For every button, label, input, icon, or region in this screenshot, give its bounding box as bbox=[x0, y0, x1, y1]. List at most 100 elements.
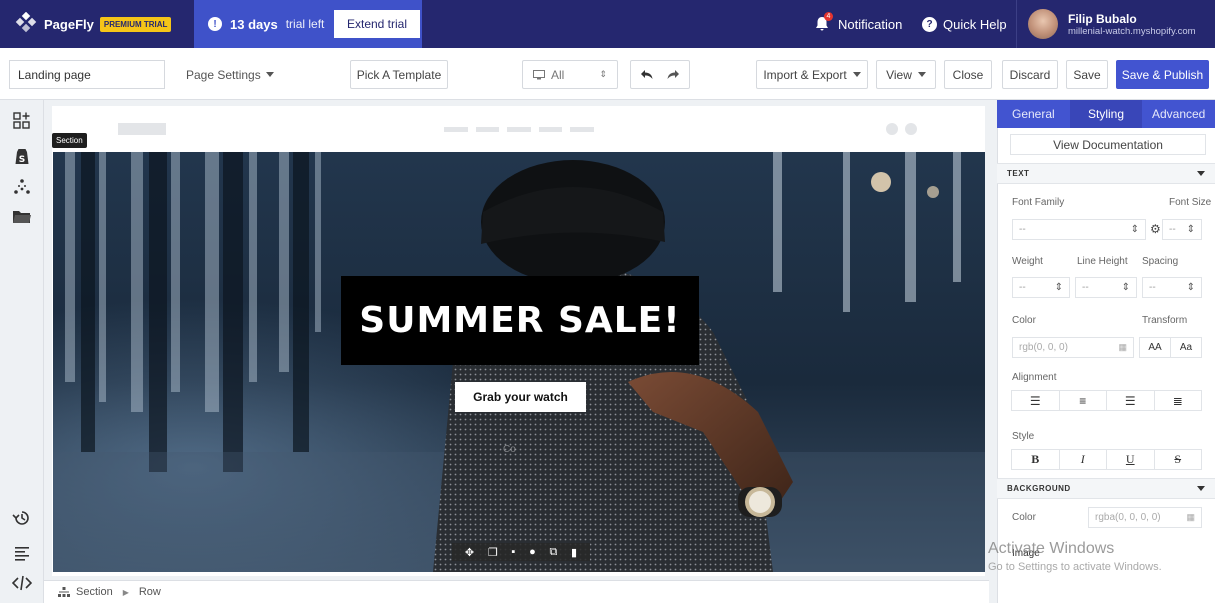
extend-trial-button[interactable]: Extend trial bbox=[334, 10, 420, 38]
bg-color-value: rgba(0, 0, 0, 0) bbox=[1095, 512, 1161, 523]
outline-list-icon[interactable] bbox=[12, 543, 32, 563]
trial-days: 13 days bbox=[230, 16, 278, 32]
icon-placeholder bbox=[886, 123, 898, 135]
caret-down-icon bbox=[1197, 486, 1205, 491]
logo-placeholder bbox=[118, 123, 166, 135]
gear-icon[interactable]: ⚙ bbox=[1150, 222, 1161, 236]
svg-text:S: S bbox=[19, 155, 25, 165]
font-family-label: Font Family bbox=[1012, 197, 1065, 208]
caret-down-icon bbox=[917, 72, 926, 77]
view-dropdown[interactable]: View bbox=[876, 60, 936, 89]
background-section-header[interactable]: BACKGROUND bbox=[997, 478, 1215, 499]
line-height-select[interactable]: -- ⇕ bbox=[1075, 277, 1137, 298]
caret-down-icon bbox=[1197, 171, 1205, 176]
folder-icon[interactable] bbox=[12, 207, 32, 227]
user-shop: millenial-watch.myshopify.com bbox=[1068, 25, 1196, 37]
brand[interactable]: PageFly PREMIUM TRIAL bbox=[14, 0, 192, 48]
align-right-icon[interactable]: ☰ bbox=[1106, 390, 1155, 411]
menu-placeholder bbox=[444, 127, 594, 132]
spacing-select[interactable]: -- ⇕ bbox=[1142, 277, 1202, 298]
tab-general[interactable]: General bbox=[997, 100, 1070, 128]
color-input[interactable]: rgb(0, 0, 0) ▦ bbox=[1012, 337, 1134, 358]
move-icon[interactable]: ✥ bbox=[465, 546, 474, 559]
element-toolbar: ✥ ❐ ▪ ● ⧉ ▮ bbox=[452, 543, 590, 561]
select-arrows-icon: ⇕ bbox=[1054, 282, 1063, 293]
brand-name: PageFly bbox=[44, 16, 94, 32]
save-publish-button[interactable]: Save & Publish bbox=[1116, 60, 1209, 89]
text-section-header[interactable]: TEXT bbox=[997, 163, 1215, 184]
page-settings-label: Page Settings bbox=[186, 67, 261, 82]
shopify-icon[interactable]: S bbox=[12, 146, 32, 166]
undo-icon[interactable] bbox=[641, 69, 653, 80]
font-size-label: Font Size bbox=[1169, 197, 1212, 208]
select-arrows-icon: ⇕ bbox=[1186, 224, 1195, 235]
user-name: Filip Bubalo bbox=[1068, 11, 1137, 26]
notification-count: 4 bbox=[824, 12, 833, 21]
paste-icon[interactable]: ▮ bbox=[571, 546, 577, 559]
page-name-input[interactable] bbox=[9, 60, 165, 89]
chevron-right-icon: ▶ bbox=[122, 587, 129, 597]
discard-button[interactable]: Discard bbox=[1002, 60, 1058, 89]
caret-down-icon bbox=[852, 72, 861, 77]
device-select[interactable]: All ⇕ bbox=[522, 60, 618, 89]
breadcrumb-item-row[interactable]: Row bbox=[139, 586, 161, 598]
device-value: All bbox=[551, 67, 565, 82]
history-icon[interactable] bbox=[12, 508, 32, 528]
align-center-icon[interactable]: ≡ bbox=[1058, 390, 1107, 411]
quick-help-button[interactable]: ? Quick Help bbox=[922, 0, 1007, 48]
tab-styling[interactable]: Styling bbox=[1069, 100, 1143, 128]
capitalize-button[interactable]: Aa bbox=[1170, 337, 1202, 358]
inspector-tabs: General Styling Advanced bbox=[997, 100, 1215, 128]
strikethrough-button[interactable]: S bbox=[1153, 449, 1202, 470]
weight-select[interactable]: -- ⇕ bbox=[1012, 277, 1070, 298]
align-justify-icon[interactable]: ≣ bbox=[1153, 390, 1202, 411]
import-export-dropdown[interactable]: Import & Export bbox=[756, 60, 868, 89]
font-family-value: -- bbox=[1019, 224, 1026, 235]
code-icon[interactable] bbox=[12, 573, 32, 593]
import-export-label: Import & Export bbox=[763, 67, 847, 82]
user-menu[interactable]: Filip Bubalo millenial-watch.myshopify.c… bbox=[1028, 0, 1196, 48]
duplicate-icon[interactable]: ❐ bbox=[488, 546, 498, 559]
background-section-title: BACKGROUND bbox=[1007, 484, 1071, 493]
font-size-select[interactable]: -- ⇕ bbox=[1162, 219, 1202, 240]
copy-style-icon[interactable]: ⧉ bbox=[549, 546, 557, 559]
underline-button[interactable]: U bbox=[1106, 449, 1155, 470]
pick-template-button[interactable]: Pick A Template bbox=[350, 60, 448, 89]
align-left-icon[interactable]: ☰ bbox=[1011, 390, 1060, 411]
headline-box[interactable]: SUMMER SALE! bbox=[341, 276, 699, 365]
pagefly-logo-icon bbox=[15, 12, 37, 33]
select-arrows-icon: ⇕ bbox=[1130, 224, 1139, 235]
notification-button[interactable]: 4 Notification bbox=[814, 0, 902, 48]
select-arrows-icon: ⇕ bbox=[1121, 282, 1130, 293]
bg-color-label: Color bbox=[1012, 512, 1036, 523]
uppercase-button[interactable]: AA bbox=[1139, 337, 1171, 358]
breadcrumb-item-section[interactable]: Section bbox=[76, 586, 113, 598]
bold-button[interactable]: B bbox=[1011, 449, 1060, 470]
caret-down-icon bbox=[265, 72, 274, 77]
quick-help-label: Quick Help bbox=[943, 16, 1007, 32]
spacing-label: Spacing bbox=[1142, 256, 1179, 267]
font-family-select[interactable]: -- ⇕ bbox=[1012, 219, 1146, 240]
lock-icon[interactable]: ● bbox=[529, 546, 536, 558]
global-styles-icon[interactable] bbox=[12, 177, 32, 197]
page-settings-dropdown[interactable]: Page Settings bbox=[178, 60, 282, 89]
headline-text[interactable]: SUMMER SALE! bbox=[359, 300, 680, 341]
italic-button[interactable]: I bbox=[1058, 449, 1107, 470]
bg-color-input[interactable]: rgba(0, 0, 0, 0) ▦ bbox=[1088, 507, 1202, 528]
checkerboard-icon: ▦ bbox=[1186, 512, 1195, 522]
delete-icon[interactable]: ▪ bbox=[511, 546, 515, 558]
color-value: rgb(0, 0, 0) bbox=[1019, 342, 1068, 353]
cta-button[interactable]: Grab your watch bbox=[455, 382, 586, 412]
save-button[interactable]: Save bbox=[1066, 60, 1108, 89]
redo-icon[interactable] bbox=[667, 69, 679, 80]
section-tag[interactable]: Section bbox=[52, 133, 87, 148]
tab-advanced[interactable]: Advanced bbox=[1142, 100, 1215, 128]
add-element-icon[interactable] bbox=[12, 111, 32, 131]
topbar-divider bbox=[1016, 0, 1017, 48]
close-button[interactable]: Close bbox=[944, 60, 992, 89]
activate-windows-subtitle: Go to Settings to activate Windows. bbox=[988, 561, 1162, 573]
select-arrows-icon: ⇕ bbox=[599, 69, 607, 79]
style-buttons: B I U S bbox=[1011, 449, 1202, 470]
history-controls bbox=[630, 60, 690, 89]
view-documentation-button[interactable]: View Documentation bbox=[1010, 134, 1206, 155]
